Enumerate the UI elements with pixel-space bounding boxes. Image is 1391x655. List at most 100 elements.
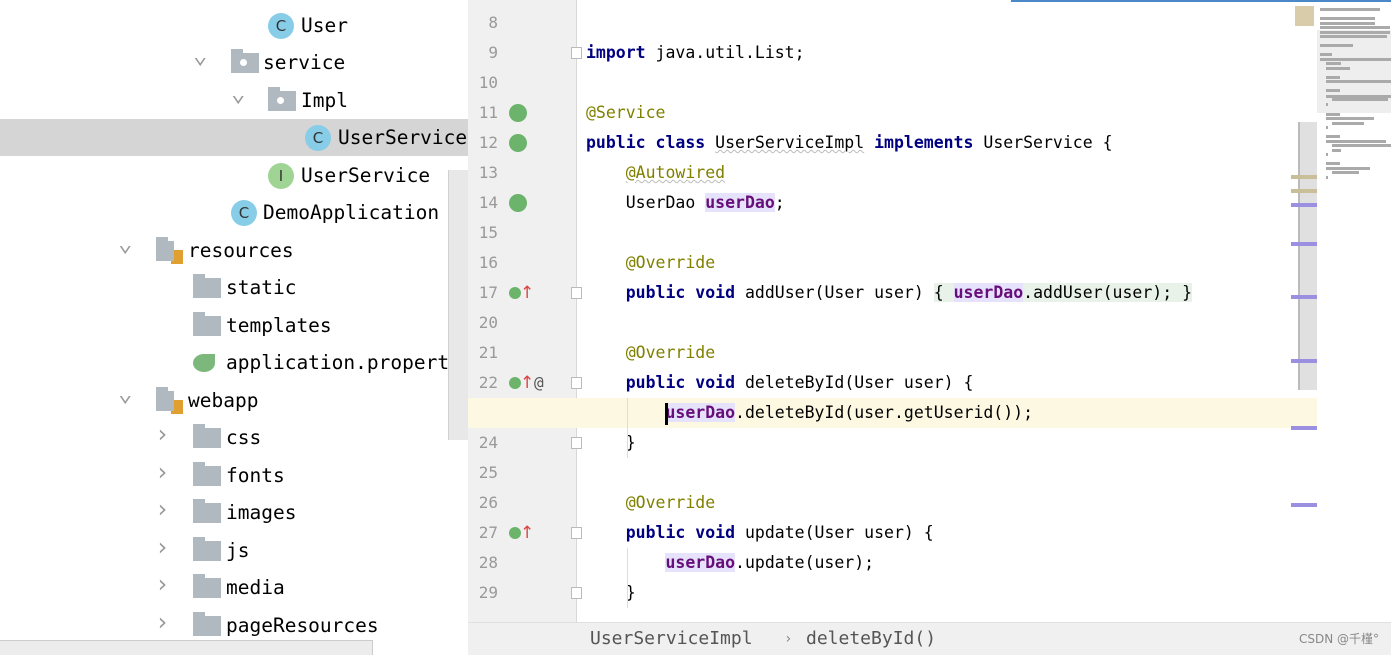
error-stripe-mark[interactable] — [1291, 503, 1317, 507]
code-token: { — [933, 283, 954, 302]
tree-item[interactable]: I UserService — [0, 157, 468, 194]
code-token: addUser(User user) — [735, 283, 934, 302]
code-line: @Autowired — [586, 158, 725, 188]
fold-icon[interactable] — [571, 587, 582, 599]
chevron-right-icon[interactable]: › — [155, 572, 169, 596]
error-stripe-mark[interactable] — [1291, 359, 1317, 363]
error-stripe-mark[interactable] — [1291, 295, 1317, 299]
fold-icon[interactable] — [571, 47, 582, 59]
chevron-right-icon[interactable]: › — [155, 610, 169, 634]
package-icon — [231, 49, 259, 73]
minimap-line — [1326, 117, 1374, 120]
error-stripe-mark[interactable] — [1291, 203, 1317, 207]
tree-item-label: DemoApplication — [263, 201, 440, 224]
minimap-line — [1326, 140, 1386, 143]
code-token: userDao — [705, 193, 775, 212]
folder-icon — [193, 312, 221, 336]
spring-class-icon[interactable] — [509, 134, 527, 152]
error-stripe-mark[interactable] — [1291, 189, 1317, 193]
fold-icon[interactable] — [571, 527, 582, 539]
chevron-down-icon[interactable]: ⌄ — [231, 81, 245, 105]
tree-item[interactable]: ⌄ service — [0, 43, 468, 81]
tree-item[interactable]: › images — [0, 494, 468, 531]
indent-guide — [627, 548, 628, 608]
folder-icon — [193, 424, 221, 448]
override-arrow-icon[interactable]: ↑ — [520, 518, 534, 548]
minimap-line — [1320, 35, 1387, 38]
code-editor[interactable]: 891011121314151617↑202122↑@2324252627↑28… — [468, 0, 1391, 655]
tree-item-label: service — [263, 51, 346, 74]
tree-item[interactable]: › pageResources — [0, 607, 468, 644]
code-token: implements — [874, 133, 974, 152]
tree-item-label: application.properties — [226, 351, 468, 374]
minimap-marker — [1295, 6, 1314, 26]
code-token: @Override — [625, 253, 716, 272]
minimap-line — [1326, 62, 1341, 65]
minimap-line — [1326, 135, 1340, 138]
chevron-down-icon[interactable]: ⌄ — [118, 381, 132, 405]
code-token: deleteById(User user) { — [735, 373, 974, 392]
override-arrow-icon[interactable]: ↑ — [520, 368, 534, 398]
text-cursor — [665, 403, 668, 425]
line-number: 8 — [488, 13, 498, 32]
breadcrumb-item-class[interactable]: UserServiceImpl — [590, 623, 753, 655]
chevron-down-icon[interactable]: ⌄ — [118, 231, 132, 255]
tree-item-label: js — [226, 539, 250, 562]
line-number: 27 — [478, 523, 498, 542]
tree-item[interactable]: › js — [0, 532, 468, 569]
chevron-right-icon[interactable]: › — [155, 422, 169, 446]
line-number: 16 — [478, 253, 498, 272]
error-stripe-mark[interactable] — [1291, 426, 1317, 430]
fold-expand-icon[interactable] — [571, 287, 582, 299]
chevron-down-icon[interactable]: ⌄ — [193, 43, 207, 67]
tree-item[interactable]: C User — [0, 7, 468, 44]
tree-horizontal-scrollbar[interactable] — [0, 640, 373, 655]
tree-item[interactable]: › css — [0, 419, 468, 456]
code-token: .addUser(user); — [1023, 283, 1183, 302]
minimap-line — [1326, 153, 1328, 156]
spring-autowired-icon[interactable] — [509, 194, 527, 212]
tree-item[interactable]: C DemoApplication — [0, 194, 468, 231]
interface-icon: I — [268, 163, 294, 189]
code-line: } — [586, 578, 636, 608]
fold-icon[interactable] — [571, 437, 582, 449]
breadcrumb-item-method[interactable]: deleteById() — [806, 623, 936, 655]
minimap-line — [1332, 149, 1341, 152]
code-token: @Autowired — [625, 163, 726, 182]
tree-item[interactable]: › media — [0, 569, 468, 606]
tree-item[interactable]: › fonts — [0, 457, 468, 494]
error-stripe-mark[interactable] — [1291, 175, 1317, 179]
minimap[interactable] — [1295, 0, 1391, 200]
minimap-line — [1326, 89, 1340, 92]
tree-item[interactable]: static — [0, 269, 468, 306]
spring-bean-icon[interactable] — [509, 104, 527, 122]
fold-icon[interactable] — [571, 377, 582, 389]
editor-scrollbar[interactable] — [1298, 122, 1317, 390]
tree-item[interactable]: templates — [0, 307, 468, 344]
line-number: 12 — [478, 133, 498, 152]
override-arrow-icon[interactable]: ↑ — [520, 278, 534, 308]
tree-item[interactable]: ⌄ resources — [0, 231, 468, 269]
tree-item-label: webapp — [188, 389, 259, 412]
tree-item-label: css — [226, 426, 262, 449]
tree-item[interactable]: ⌄ Impl — [0, 81, 468, 119]
error-stripe-mark[interactable] — [1291, 242, 1317, 246]
spring-at-icon[interactable]: @ — [534, 368, 544, 398]
code-line: } — [586, 428, 636, 458]
tree-item[interactable]: C UserServiceImpl — [0, 119, 468, 156]
chevron-right-icon[interactable]: › — [155, 535, 169, 559]
chevron-right-icon[interactable]: › — [155, 497, 169, 521]
tree-item[interactable]: application.properties — [0, 344, 468, 381]
tree-item[interactable]: ⌄ webapp — [0, 381, 468, 419]
chevron-right-icon[interactable]: › — [155, 460, 169, 484]
line-number: 29 — [478, 583, 498, 602]
tree-scrollbar[interactable] — [448, 170, 468, 440]
code-token: .deleteById(user.getUserid()); — [735, 403, 1034, 422]
